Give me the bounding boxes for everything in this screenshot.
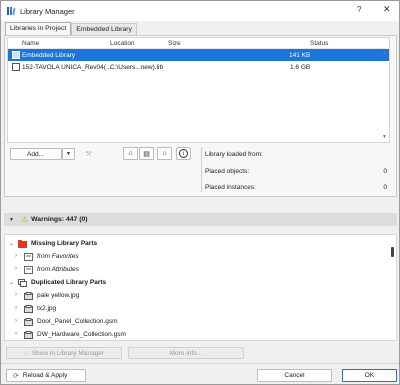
column-location[interactable]: Location: [110, 40, 135, 47]
duplicate-icon: [18, 279, 27, 287]
library-part-icon: [24, 318, 33, 326]
add-button[interactable]: Add...: [10, 148, 62, 160]
tree-label: Door_Panel_Collection.gsm: [37, 318, 118, 325]
library-part-icon: [24, 292, 33, 300]
column-size[interactable]: Size: [168, 40, 181, 47]
library-row[interactable]: Embedded Library 141 KB: [8, 49, 389, 61]
favorites-icon: [24, 253, 33, 261]
remove-icon: ⚒: [85, 150, 92, 158]
library-manager-icon: [6, 6, 16, 16]
reload-apply-button[interactable]: ⟳ Reload & Apply: [6, 369, 86, 382]
library-row[interactable]: 152-TAVOLA UNICA_Rev04(... C:\Users...ne…: [8, 61, 389, 73]
chevron-right-icon[interactable]: ›: [15, 331, 17, 337]
chevron-down-icon[interactable]: ⌄: [9, 279, 14, 286]
library-manager-window: Library Manager ? ✕ Libraries in Project…: [0, 0, 400, 385]
tree-label: pale yellow.jpg: [37, 292, 80, 299]
reload-icon: ⟳: [13, 372, 19, 380]
tab-libraries-in-project[interactable]: Libraries in Project: [5, 22, 72, 36]
remove-library-button[interactable]: ⚒: [81, 147, 96, 160]
tree-label: Missing Library Parts: [31, 240, 98, 247]
library-size: 141 KB: [289, 51, 311, 59]
collapse-triangle-icon[interactable]: ▼: [9, 217, 14, 223]
title-bar: Library Manager ? ✕: [1, 1, 399, 21]
placed-instances-label: Placed instances:: [205, 184, 256, 191]
show-in-library-manager-button[interactable]: ⌂ Show in Library Manager: [6, 347, 122, 359]
library-icon: ⌂: [23, 349, 28, 357]
tree-label: Duplicated Library Parts: [31, 279, 107, 286]
help-button[interactable]: ?: [357, 5, 361, 14]
library-list[interactable]: Name Location Size Status Embedded Libra…: [7, 37, 390, 143]
close-button[interactable]: ✕: [383, 4, 391, 15]
chevron-right-icon[interactable]: ›: [15, 318, 17, 324]
more-info-button[interactable]: More info...: [128, 347, 244, 359]
window-title: Library Manager: [20, 6, 75, 16]
tab-bar: Libraries in Project Embedded Library: [5, 22, 137, 36]
scroll-up-icon[interactable]: ▲: [382, 50, 387, 56]
scroll-down-icon[interactable]: ▼: [382, 134, 387, 140]
info-icon: i: [179, 149, 188, 158]
warnings-header[interactable]: ▼ ⚠ Warnings: 447 (0): [4, 213, 397, 226]
loaded-from-label: Library loaded from:: [205, 151, 263, 158]
attributes-icon: [24, 266, 33, 274]
chevron-right-icon[interactable]: ›: [15, 253, 17, 259]
library-part-icon: [24, 331, 33, 339]
column-status[interactable]: Status: [310, 40, 328, 47]
export-button[interactable]: ▤: [139, 147, 154, 160]
tree-scrollbar-thumb[interactable]: [391, 247, 394, 257]
library-icon: ⌂: [162, 150, 167, 157]
library-name: Embedded Library: [22, 51, 76, 59]
bim-components-button[interactable]: ⌂: [123, 147, 138, 160]
library-part-icon: [24, 305, 33, 313]
library-file-icon: [12, 63, 20, 71]
chevron-right-icon[interactable]: ›: [15, 266, 17, 272]
add-dropdown-button[interactable]: ▼: [62, 148, 75, 160]
library-location: C:\Users...new).lib: [110, 63, 164, 71]
placed-objects-value: 0: [383, 168, 387, 175]
warnings-tree[interactable]: ⌄ Missing Library Parts › from Favorites…: [4, 234, 397, 341]
info-button[interactable]: i: [176, 147, 191, 160]
column-name[interactable]: Name: [22, 40, 39, 47]
list-scrollbar[interactable]: ▲ ▼: [381, 50, 388, 142]
placed-objects-label: Placed objects:: [205, 168, 250, 175]
chevron-down-icon[interactable]: ⌄: [9, 240, 14, 247]
ok-button[interactable]: OK: [342, 369, 397, 382]
chevron-down-icon: ▼: [66, 151, 71, 157]
tree-label: tx2.jpg: [37, 305, 57, 312]
divider: [201, 147, 202, 192]
document-icon: ▤: [143, 150, 150, 158]
placed-instances-value: 0: [383, 184, 387, 191]
embedded-library-icon: [12, 51, 20, 59]
reload-apply-label: Reload & Apply: [22, 372, 68, 379]
divider: [1, 363, 399, 364]
tree-label: from Favorites: [37, 253, 79, 260]
list-header: Name Location Size Status: [8, 38, 389, 49]
tree-label: DW_Hardware_Collection.gsm: [37, 331, 126, 338]
tree-label: from Attributes: [37, 266, 80, 273]
chevron-right-icon[interactable]: ›: [15, 292, 17, 298]
warning-triangle-icon: ⚠: [20, 215, 29, 224]
folder-icon: [18, 240, 27, 248]
library-name: 152-TAVOLA UNICA_Rev04(...: [22, 63, 112, 71]
warnings-label: Warnings: 447 (0): [31, 216, 88, 223]
library-settings-button[interactable]: ⌂: [157, 147, 172, 160]
chevron-right-icon[interactable]: ›: [15, 305, 17, 311]
building-icon: ⌂: [128, 150, 133, 157]
cancel-button[interactable]: Cancel: [257, 369, 332, 382]
show-in-library-manager-label: Show in Library Manager: [31, 349, 105, 357]
library-size: 1.6 GB: [290, 63, 311, 71]
